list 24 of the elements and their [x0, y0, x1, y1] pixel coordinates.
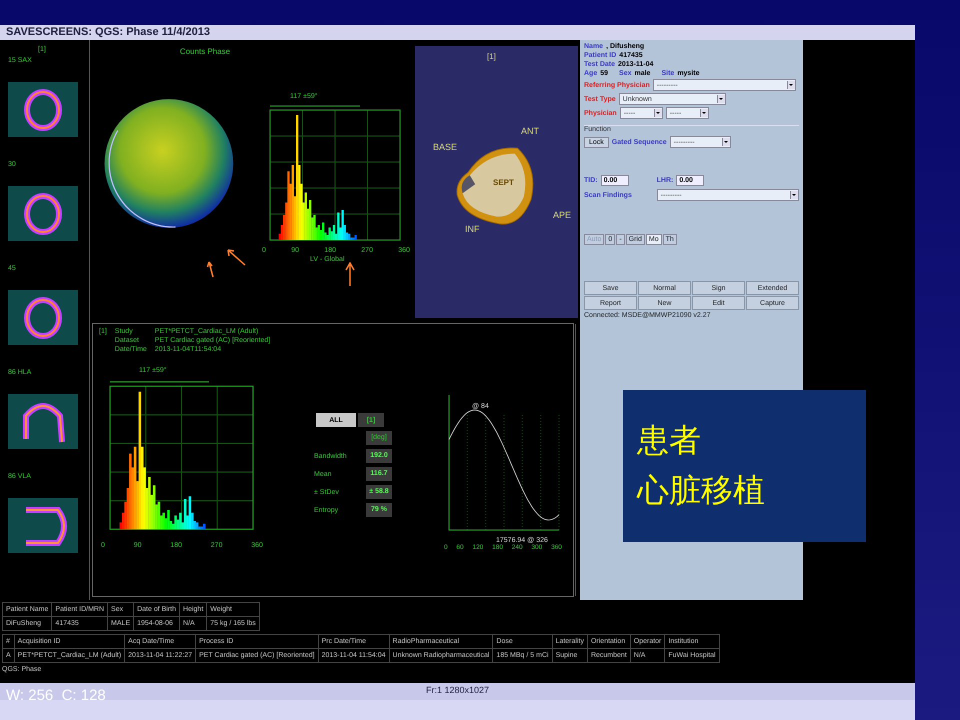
heart-slice-image — [8, 186, 78, 241]
note-text: 心脏移植 — [637, 470, 766, 511]
annotation-arrow — [226, 248, 246, 266]
view-index: [1] — [487, 52, 496, 61]
orientation-label: ANT — [521, 126, 539, 136]
caret-icon — [786, 81, 795, 89]
orientation-label: BASE — [433, 142, 458, 152]
heart-slice-image — [8, 498, 78, 553]
frame-label: Fr:1 1280x1027 — [426, 685, 490, 697]
orientation-label: APE — [553, 210, 572, 220]
annotation-arrow — [345, 262, 355, 286]
heart-slice-image — [8, 290, 78, 345]
heart-slice-image — [8, 82, 78, 137]
window-title: SAVESCREENS: QGS: Phase 11/4/2013 — [0, 25, 915, 40]
chart-title: Counts Phase — [180, 47, 230, 56]
caret-icon — [790, 191, 798, 199]
annotation-arrow — [206, 260, 216, 278]
caret-icon — [722, 138, 730, 146]
note-text: 患者 — [637, 420, 702, 461]
heart-slice-image — [8, 394, 78, 449]
scrollbar[interactable] — [575, 324, 576, 596]
caret-icon — [654, 109, 662, 117]
orientation-label: SEPT — [493, 178, 514, 187]
orientation-label: INF — [465, 224, 480, 234]
